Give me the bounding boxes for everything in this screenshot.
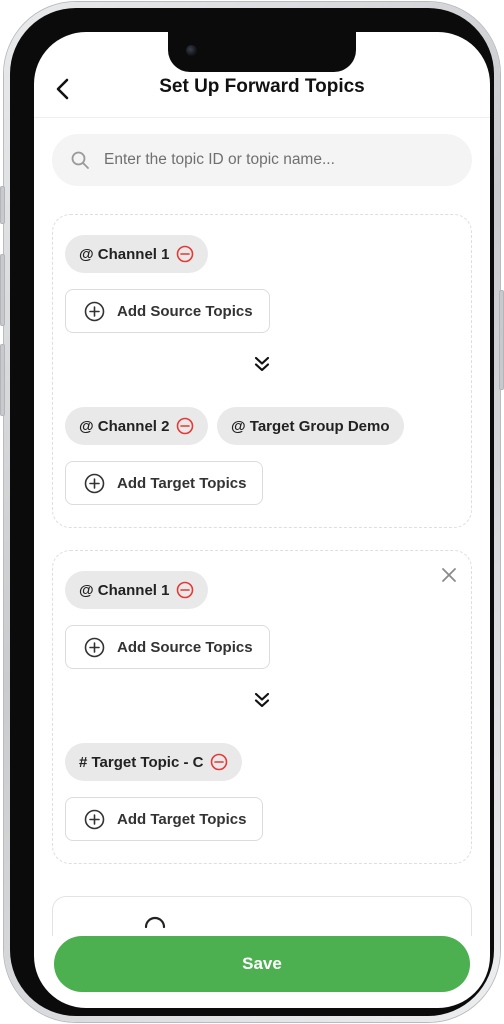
target-topic-chip: @ Channel 2 <box>65 407 209 445</box>
chip-label: # Target Topic - C <box>79 753 204 771</box>
add-target-topics-button[interactable]: Add Target Topics <box>65 461 264 505</box>
add-source-label: Add Source Topics <box>117 302 253 320</box>
plus-circle-icon <box>84 809 105 829</box>
power-button <box>499 290 504 390</box>
search-bar[interactable] <box>52 134 472 186</box>
action-button <box>0 186 5 224</box>
add-source-label: Add Source Topics <box>117 638 253 656</box>
target-topic-chip: # Target Topic - C <box>65 743 243 781</box>
notch <box>168 32 356 72</box>
chip-label: @ Channel 1 <box>79 581 170 599</box>
plus-circle-icon <box>84 473 105 493</box>
search-icon <box>71 151 89 169</box>
remove-circle-icon[interactable] <box>176 417 194 435</box>
add-target-label: Add Target Topics <box>117 810 247 828</box>
add-source-topics-button[interactable]: Add Source Topics <box>65 289 270 333</box>
add-target-label: Add Target Topics <box>117 474 247 492</box>
page-title: Set Up Forward Topics <box>159 76 365 97</box>
camera-icon <box>186 45 197 56</box>
chip-label: @ Channel 1 <box>79 245 170 263</box>
source-topic-chip: @ Channel 1 <box>65 235 209 273</box>
search-input[interactable] <box>104 151 472 169</box>
screen: Set Up Forward Topics @ Channel 1 <box>34 32 490 1008</box>
header: Set Up Forward Topics <box>34 72 490 118</box>
forward-rule-card: @ Channel 1 Add Source Topics # Target T… <box>52 550 472 864</box>
plus-circle-icon <box>84 301 105 321</box>
source-topic-chip: @ Channel 1 <box>65 571 209 609</box>
chip-label: @ Target Group Demo <box>231 417 390 435</box>
phone-bezel: Set Up Forward Topics @ Channel 1 <box>10 8 494 1016</box>
remove-circle-icon[interactable] <box>176 581 194 599</box>
save-button[interactable]: Save <box>54 936 470 992</box>
volume-up-button <box>0 254 5 326</box>
remove-circle-icon[interactable] <box>210 753 228 771</box>
remove-circle-icon[interactable] <box>176 245 194 263</box>
forward-rule-card-partial <box>52 896 472 936</box>
add-source-topics-button[interactable]: Add Source Topics <box>65 625 270 669</box>
close-icon[interactable] <box>439 565 459 585</box>
forward-rule-card: @ Channel 1 Add Source Topics @ Channel … <box>52 214 472 528</box>
double-chevron-down-icon <box>254 356 270 372</box>
plus-circle-icon <box>84 637 105 657</box>
chip-label: @ Channel 2 <box>79 417 170 435</box>
target-topic-chip: @ Target Group Demo <box>217 407 404 445</box>
double-chevron-down-icon <box>254 692 270 708</box>
volume-down-button <box>0 344 5 416</box>
add-target-topics-button[interactable]: Add Target Topics <box>65 797 264 841</box>
